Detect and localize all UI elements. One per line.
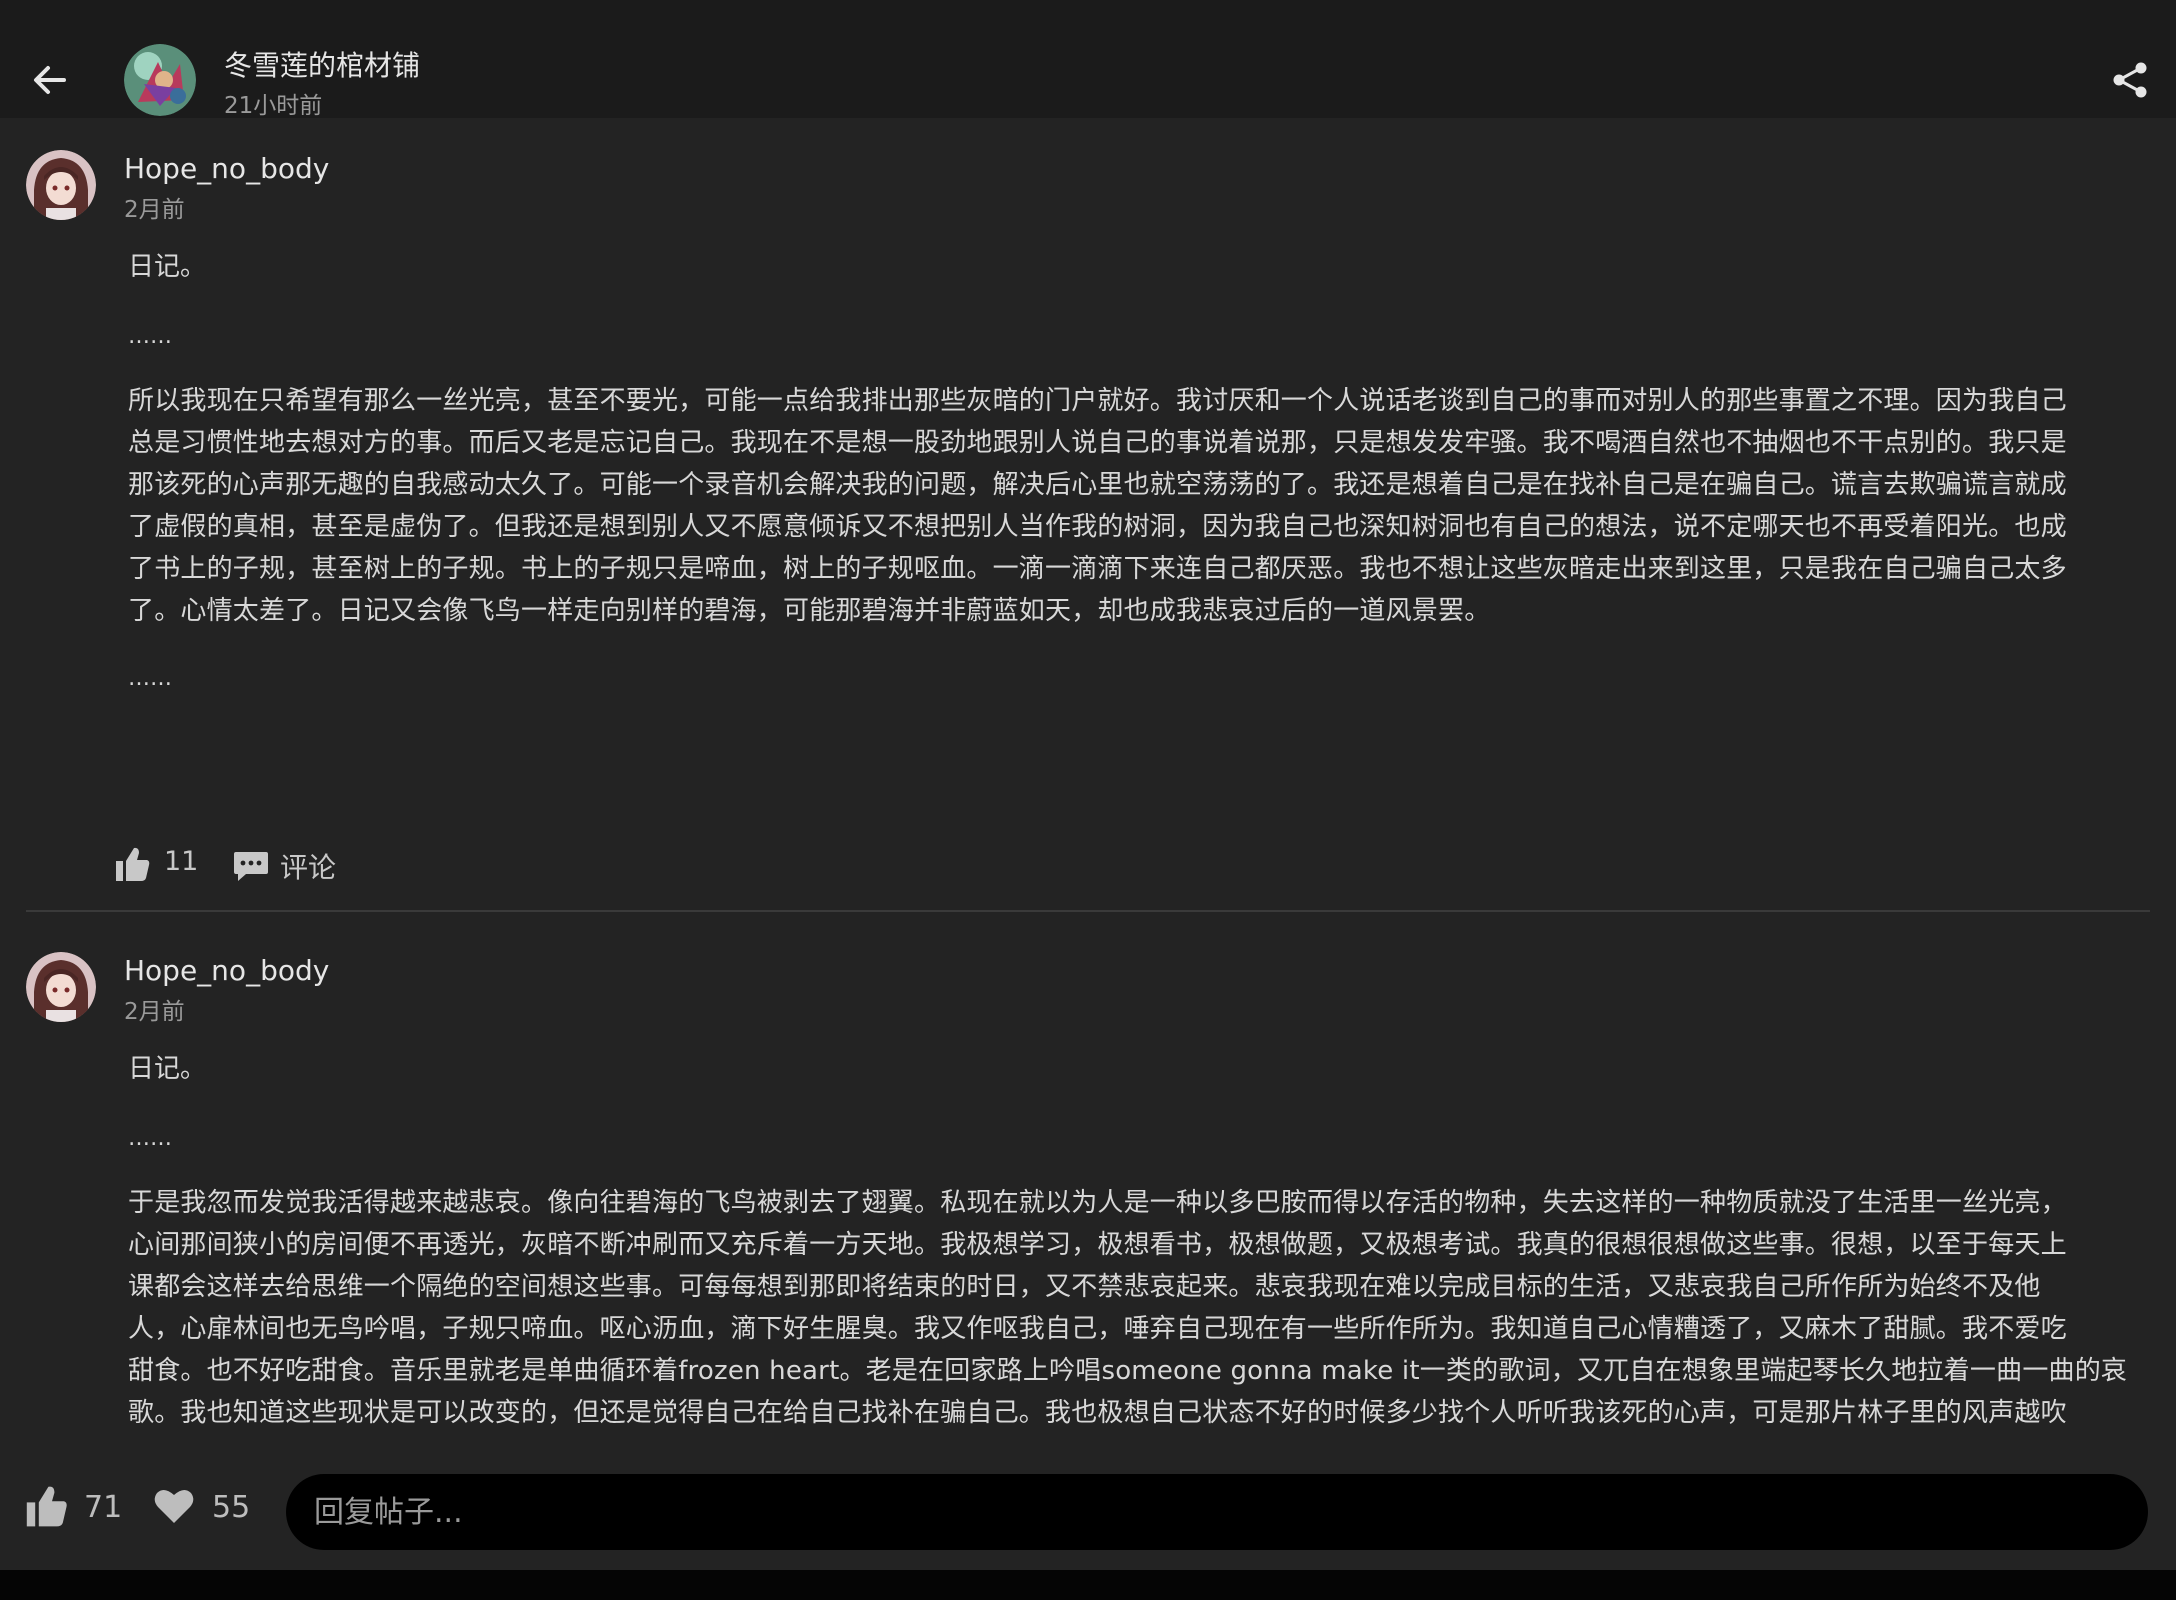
post-ellipsis: …… — [128, 666, 172, 691]
post-line: 那该死的心声那无趣的自我感动太久了。可能一个录音机会解决我的问题，解决后心里也就… — [128, 470, 2067, 500]
heart-icon[interactable] — [152, 1484, 196, 1528]
post-line: 所以我现在只希望有那么一丝光亮，甚至不要光，可能一点给我排出那些灰暗的门户就好。… — [128, 386, 2067, 416]
post-paragraph: 于是我忽而发觉我活得越来越悲哀。像向往碧海的飞鸟被剥去了翅翼。私现在就以为人是一… — [128, 1182, 2128, 1434]
post-divider — [26, 910, 2150, 912]
post-paragraph: 所以我现在只希望有那么一丝光亮，甚至不要光，可能一点给我排出那些灰暗的门户就好。… — [128, 380, 2128, 632]
post-heading: 日记。 — [128, 1054, 207, 1084]
arrow-left-icon — [34, 66, 66, 94]
post-ellipsis: …… — [128, 324, 172, 349]
post-ellipsis: …… — [128, 1126, 172, 1151]
post-line: 总是习惯性地去想对方的事。而后又老是忘记自己。我现在不是想一股劲地跟别人说自己的… — [128, 428, 2067, 458]
thread-heart-count: 55 — [212, 1490, 251, 1525]
share-icon — [2113, 62, 2147, 98]
board-updated-time: 21小时前 — [224, 93, 323, 119]
post-line: 甜食。也不好吃甜食。音乐里就老是单曲循环着frozen heart。老是在回家路… — [128, 1356, 2128, 1386]
comment-button[interactable]: 评论 — [280, 846, 336, 886]
thread-like-count: 71 — [84, 1490, 123, 1525]
system-nav-strip — [0, 1570, 2176, 1600]
avatar[interactable] — [26, 150, 96, 220]
back-button[interactable] — [28, 58, 72, 102]
thumbs-up-icon[interactable] — [22, 1482, 70, 1530]
post-line: 于是我忽而发觉我活得越来越悲哀。像向往碧海的飞鸟被剥去了翅翼。私现在就以为人是一… — [128, 1188, 2067, 1218]
thumbs-up-icon[interactable] — [112, 844, 152, 884]
post-line: 课都会这样去给思维一个隔绝的空间想这些事。可每每想到那即将结束的时日，又不禁悲哀… — [128, 1272, 2041, 1302]
app-root: 冬雪莲的棺材铺 21小时前 Hope_no_body 2月前 日记。 …… 所以… — [0, 0, 2176, 1600]
post-card: Hope_no_body 2月前 日记。 …… 于是我忽而发觉我活得越来越悲哀。… — [0, 920, 2176, 1442]
post-author[interactable]: Hope_no_body — [124, 152, 329, 185]
reply-input[interactable] — [286, 1474, 2148, 1550]
post-heading: 日记。 — [128, 252, 207, 282]
board-title: 冬雪莲的棺材铺 — [224, 49, 421, 82]
post-line: 歌。我也知道这些现状是可以改变的，但还是觉得自己在给自己找补在骗自己。我也极想自… — [128, 1398, 2067, 1428]
top-bar: 冬雪莲的棺材铺 21小时前 — [0, 0, 2176, 119]
post-line: 了。心情太差了。日记又会像飞鸟一样走向别样的碧海，可能那碧海并非蔚蓝如天，却也成… — [128, 596, 1491, 626]
post-time: 2月前 — [124, 999, 185, 1025]
like-count: 11 — [164, 846, 199, 877]
post-line: 了虚假的真相，甚至是虚伪了。但我还是想到别人又不愿意倾诉又不想把别人当作我的树洞… — [128, 512, 2067, 542]
post-card: Hope_no_body 2月前 日记。 …… 所以我现在只希望有那么一丝光亮，… — [0, 118, 2176, 918]
board-avatar[interactable] — [124, 44, 196, 116]
comment-icon[interactable] — [232, 846, 270, 884]
post-author[interactable]: Hope_no_body — [124, 954, 329, 987]
post-line: 心间那间狭小的房间便不再透光，灰暗不断冲刷而又充斥着一方天地。我极想学习，极想看… — [128, 1230, 2067, 1260]
post-line: 人，心扉林间也无鸟吟唱，子规只啼血。呕心沥血，滴下好生腥臭。我又作呕我自己，唾弃… — [128, 1314, 2067, 1344]
share-button[interactable] — [2110, 60, 2150, 100]
post-line: 了书上的子规，甚至树上的子规。书上的子规只是啼血，树上的子规呕血。一滴一滴滴下来… — [128, 554, 2067, 584]
avatar[interactable] — [26, 952, 96, 1022]
reply-bar: 71 55 — [0, 1442, 2176, 1570]
post-time: 2月前 — [124, 197, 185, 223]
